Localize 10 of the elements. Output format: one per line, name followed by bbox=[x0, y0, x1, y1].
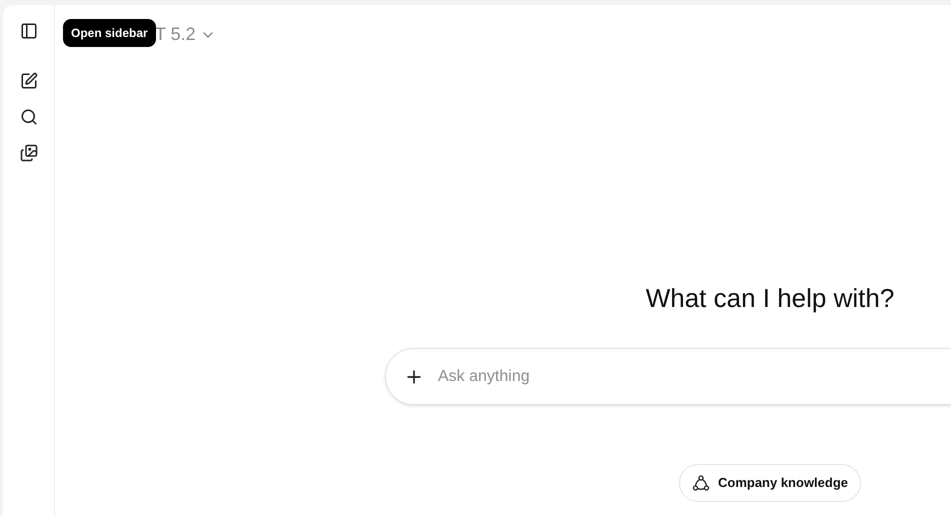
search-icon[interactable] bbox=[20, 108, 38, 126]
images-icon[interactable] bbox=[20, 144, 38, 162]
ask-field[interactable]: Ask anything bbox=[438, 364, 951, 388]
composer-field[interactable]: Ask anything bbox=[385, 348, 951, 405]
new-chat-icon[interactable] bbox=[20, 72, 38, 90]
nodes-icon bbox=[692, 474, 710, 492]
sidebar-toggle-icon[interactable] bbox=[20, 22, 38, 40]
tooltip: Open sidebar bbox=[63, 19, 156, 47]
company-knowledge-button[interactable]: Company knowledge bbox=[678, 464, 862, 502]
heading: What can I help with? bbox=[646, 282, 894, 315]
